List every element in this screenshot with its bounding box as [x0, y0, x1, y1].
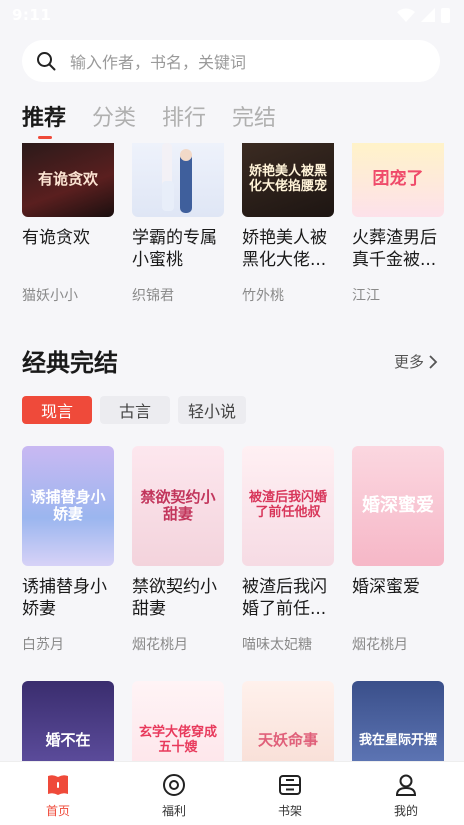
cover-text: 禁欲契约小甜妻 [140, 487, 216, 523]
book-title: 婚深蜜爱 [352, 577, 420, 597]
cover-text: 诱捕替身小娇妻 [30, 487, 106, 523]
book-title: 娇艳美人被黑化大佬... [242, 228, 327, 270]
book-title: 学霸的专属小蜜桃 [132, 228, 217, 270]
book-cover [132, 143, 224, 217]
nav-label: 福利 [161, 804, 186, 818]
book-author: 猫妖小小 [22, 288, 78, 304]
tab-category[interactable]: 分类 [92, 100, 136, 132]
book-author: 烟花桃月 [132, 637, 188, 653]
nav-home[interactable]: 首页 [18, 762, 98, 825]
book-cover: 娇艳美人被黑化大佬掐腰宠 [242, 143, 334, 217]
book-title: 诱捕替身小娇妻 [22, 577, 107, 619]
book-cover: 有诡贪欢 [22, 143, 114, 217]
status-time: 9:11 [12, 6, 52, 24]
couple-illustration [162, 143, 192, 213]
chevron-right-icon [429, 354, 438, 369]
cover-text: 娇艳美人被黑化大佬掐腰宠 [248, 164, 327, 194]
book-author: 江江 [352, 288, 380, 304]
book-cover: 诱捕替身小娇妻 [22, 446, 114, 566]
cover-text: 我在星际开摆 [358, 732, 437, 748]
book-icon [48, 775, 68, 795]
genre-pill-light-novel[interactable]: 轻小说 [178, 396, 247, 424]
tab-ranking[interactable]: 排行 [162, 100, 206, 132]
book-title: 被渣后我闪婚了前任... [242, 577, 327, 619]
genre-pill-modern[interactable]: 现言 [22, 396, 92, 424]
book-card[interactable]: 被渣后我闪婚了前任他叔 被渣后我闪婚了前任... 喵味太妃糖 [242, 446, 334, 654]
book-card[interactable]: 诱捕替身小娇妻 诱捕替身小娇妻 白苏月 [22, 446, 114, 654]
book-cover: 婚深蜜爱 [352, 446, 444, 566]
section-title: 经典完结 [22, 349, 118, 377]
book-author: 织锦君 [132, 288, 174, 304]
cover-text: 玄学大佬穿成五十嫂 [138, 725, 217, 755]
book-author: 白苏月 [22, 637, 64, 653]
book-card[interactable]: 学霸的专属小蜜桃 织锦君 [132, 143, 224, 305]
bookshelf-icon [279, 775, 301, 795]
cover-text: 天妖命事 [257, 731, 318, 750]
nav-label: 我的 [393, 804, 418, 818]
profile-icon [395, 774, 417, 796]
genre-pill-ancient[interactable]: 古言 [100, 396, 170, 424]
status-bar: 9:11 [0, 0, 464, 30]
book-cover: 团宠了 [352, 143, 444, 217]
recommend-book-row: 有诡贪欢 有诡贪欢 猫妖小小 学霸的专属小蜜桃 织锦君 娇艳美人被黑化大佬掐腰宠… [22, 143, 444, 305]
bottom-nav: 首页 福利 书架 我的 [0, 761, 464, 825]
battery-icon [441, 7, 450, 23]
book-cover: 被渣后我闪婚了前任他叔 [242, 446, 334, 566]
signal-icon [421, 8, 435, 22]
genre-filter: 现言 古言 轻小说 [22, 396, 247, 424]
finished-book-row: 诱捕替身小娇妻 诱捕替身小娇妻 白苏月 禁欲契约小甜妻 禁欲契约小甜妻 烟花桃月… [22, 446, 444, 654]
book-title: 有诡贪欢 [22, 228, 90, 248]
nav-label: 首页 [45, 804, 70, 818]
book-title: 火葬渣男后真千金被... [352, 228, 437, 270]
more-label: 更多 [393, 353, 424, 371]
search-bar[interactable]: 输入作者，书名，关键词 [22, 40, 440, 82]
book-cover: 禁欲契约小甜妻 [132, 446, 224, 566]
cover-text: 婚不在 [45, 731, 91, 750]
cover-text: 婚深蜜爱 [362, 494, 434, 516]
search-icon [37, 52, 56, 71]
book-card[interactable]: 团宠了 火葬渣男后真千金被... 江江 [352, 143, 444, 305]
cover-text: 团宠了 [372, 169, 424, 190]
book-author: 竹外桃 [242, 288, 284, 304]
status-icons [397, 7, 450, 23]
search-placeholder: 输入作者，书名，关键词 [70, 53, 247, 72]
book-author: 喵味太妃糖 [242, 637, 312, 653]
book-title: 禁欲契约小甜妻 [132, 577, 217, 619]
nav-welfare[interactable]: 福利 [134, 762, 214, 825]
cover-text: 被渣后我闪婚了前任他叔 [248, 490, 327, 520]
wifi-icon [397, 8, 415, 22]
coin-icon [163, 774, 185, 796]
nav-profile[interactable]: 我的 [366, 762, 446, 825]
book-author: 烟花桃月 [352, 637, 408, 653]
nav-bookshelf[interactable]: 书架 [250, 762, 330, 825]
cover-text: 有诡贪欢 [37, 170, 98, 189]
book-card[interactable]: 婚深蜜爱 婚深蜜爱 烟花桃月 [352, 446, 444, 654]
top-tabs: 推荐 分类 排行 完结 [22, 100, 276, 139]
book-card[interactable]: 有诡贪欢 有诡贪欢 猫妖小小 [22, 143, 114, 305]
tab-finished[interactable]: 完结 [232, 100, 276, 132]
tab-recommend[interactable]: 推荐 [22, 100, 66, 139]
nav-label: 书架 [277, 804, 302, 818]
book-card[interactable]: 禁欲契约小甜妻 禁欲契约小甜妻 烟花桃月 [132, 446, 224, 654]
book-card[interactable]: 娇艳美人被黑化大佬掐腰宠 娇艳美人被黑化大佬... 竹外桃 [242, 143, 334, 305]
more-link[interactable]: 更多 [394, 351, 438, 372]
